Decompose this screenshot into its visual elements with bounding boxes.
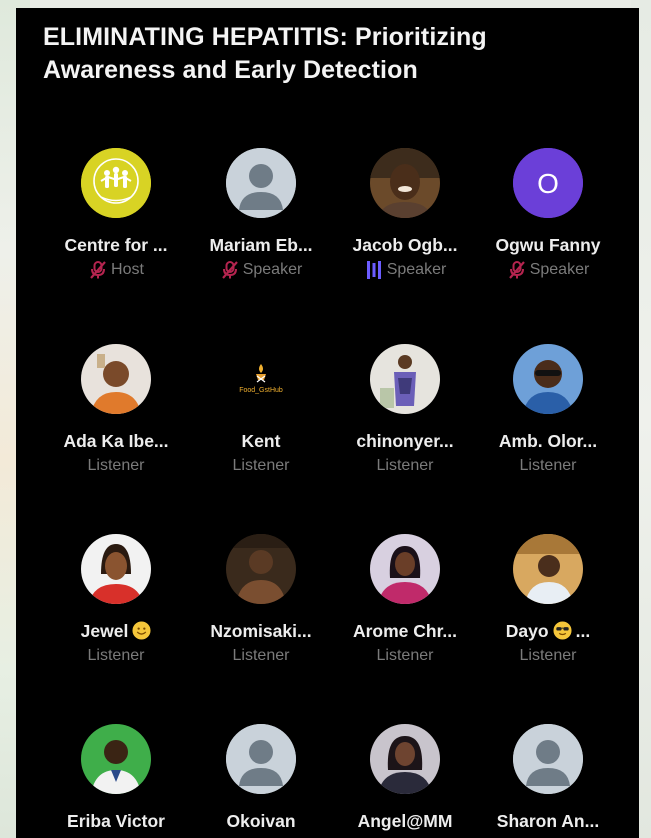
- participant-role: Listener: [41, 646, 191, 666]
- profile-photo: [370, 344, 440, 414]
- initial-avatar-icon: O: [513, 148, 583, 218]
- participant-avatar: [370, 148, 440, 218]
- participant-card[interactable]: Nzomisaki... Listener: [186, 534, 336, 666]
- participant-avatar: O: [513, 148, 583, 218]
- participant-card[interactable]: Sharon An...: [473, 724, 623, 832]
- participant-card[interactable]: Food_GstHub Kent Listener: [186, 344, 336, 476]
- mic-off-icon: [88, 260, 108, 280]
- participant-name: chinonyer...: [356, 431, 454, 451]
- mic-off-icon: [507, 260, 527, 280]
- participant-card[interactable]: Dayo... Listener: [473, 534, 623, 666]
- participant-name: Ada Ka Ibe...: [63, 431, 169, 451]
- profile-photo: [370, 534, 440, 604]
- participant-card[interactable]: Jewel Listener: [41, 534, 191, 666]
- participant-name: Sharon An...: [496, 811, 600, 831]
- role-label: Speaker: [242, 261, 303, 278]
- role-label: Listener: [376, 647, 434, 664]
- participant-name: Angel@MM: [357, 811, 453, 831]
- role-label: Speaker: [386, 261, 447, 278]
- spaces-panel: ELIMINATING HEPATITIS: Prioritizing Awar…: [16, 8, 639, 838]
- participant-role: Speaker: [186, 260, 336, 280]
- participant-card[interactable]: Angel@MM: [330, 724, 480, 832]
- participant-role: Listener: [473, 646, 623, 666]
- participant-name: Jewel: [41, 620, 191, 642]
- participant-name: Mariam Eb...: [209, 235, 313, 255]
- participant-name: Okoivan: [226, 811, 296, 831]
- profile-photo: [81, 344, 151, 414]
- smiling-face-emoji: [132, 621, 151, 640]
- participant-card[interactable]: Jacob Ogb... Speaker: [330, 148, 480, 280]
- participant-avatar: [370, 724, 440, 794]
- participant-avatar: [81, 534, 151, 604]
- food-logo: Food_GstHub: [226, 344, 296, 414]
- participant-avatar: Food_GstHub: [226, 344, 296, 414]
- profile-photo: [370, 148, 440, 218]
- svg-text:O: O: [537, 168, 559, 199]
- space-title: ELIMINATING HEPATITIS: Prioritizing Awar…: [43, 23, 487, 84]
- participant-name: Jacob Ogb...: [352, 235, 458, 255]
- mic-off-icon: [220, 260, 240, 280]
- participant-card[interactable]: chinonyer... Listener: [330, 344, 480, 476]
- participant-avatar: [226, 724, 296, 794]
- role-label: Host: [111, 261, 144, 278]
- participant-role: Listener: [330, 646, 480, 666]
- role-label: Listener: [232, 647, 290, 664]
- participant-name: Centre for ...: [64, 235, 168, 255]
- participant-avatar: [226, 148, 296, 218]
- participant-card[interactable]: Mariam Eb... Speaker: [186, 148, 336, 280]
- default-avatar-icon: [513, 724, 583, 794]
- default-avatar-icon: [226, 148, 296, 218]
- participant-card[interactable]: Centre for ... Host: [41, 148, 191, 280]
- profile-photo: [513, 344, 583, 414]
- participant-name: Arome Chr...: [352, 621, 458, 641]
- profile-photo: [513, 534, 583, 604]
- default-avatar-icon: [226, 724, 296, 794]
- participant-name: Ogwu Fanny: [495, 235, 601, 255]
- role-label: Listener: [87, 457, 145, 474]
- participant-card[interactable]: Arome Chr... Listener: [330, 534, 480, 666]
- role-label: Listener: [519, 457, 577, 474]
- participant-avatar: [81, 344, 151, 414]
- role-label: Speaker: [529, 261, 590, 278]
- participant-role: Speaker: [473, 260, 623, 280]
- participant-name: Amb. Olor...: [498, 431, 598, 451]
- speaking-bars-icon: [364, 260, 384, 280]
- participant-card[interactable]: O Ogwu Fanny Speaker: [473, 148, 623, 280]
- participant-role: Host: [41, 260, 191, 280]
- organization-logo: [81, 148, 151, 218]
- participant-avatar: [370, 534, 440, 604]
- profile-photo: [81, 724, 151, 794]
- participant-avatar: [226, 534, 296, 604]
- participant-role: Speaker: [330, 260, 480, 280]
- participant-name: Kent: [241, 431, 281, 451]
- participant-avatar: [513, 344, 583, 414]
- participant-card[interactable]: Amb. Olor... Listener: [473, 344, 623, 476]
- participant-avatar: [81, 724, 151, 794]
- profile-photo: [370, 724, 440, 794]
- participant-name: Eriba Victor: [67, 811, 165, 831]
- role-label: Listener: [376, 457, 434, 474]
- role-label: Listener: [232, 457, 290, 474]
- participant-name: Nzomisaki...: [210, 621, 312, 641]
- participant-avatar: [513, 724, 583, 794]
- participant-role: Listener: [41, 456, 191, 476]
- participant-card[interactable]: Eriba Victor: [41, 724, 191, 832]
- participant-name: Dayo...: [505, 621, 591, 641]
- participant-card[interactable]: Ada Ka Ibe... Listener: [41, 344, 191, 476]
- participant-avatar: [370, 344, 440, 414]
- role-label: Listener: [519, 647, 577, 664]
- participant-role: Listener: [473, 456, 623, 476]
- profile-photo: [81, 534, 151, 604]
- participant-card[interactable]: Okoivan: [186, 724, 336, 832]
- participant-role: Listener: [186, 646, 336, 666]
- participant-role: Listener: [330, 456, 480, 476]
- participant-avatar: [81, 148, 151, 218]
- role-label: Listener: [87, 647, 145, 664]
- participant-role: Listener: [186, 456, 336, 476]
- participant-avatar: [513, 534, 583, 604]
- sunglasses-face-emoji: [553, 621, 572, 640]
- profile-photo: [226, 534, 296, 604]
- svg-text:Food_GstHub: Food_GstHub: [239, 387, 283, 394]
